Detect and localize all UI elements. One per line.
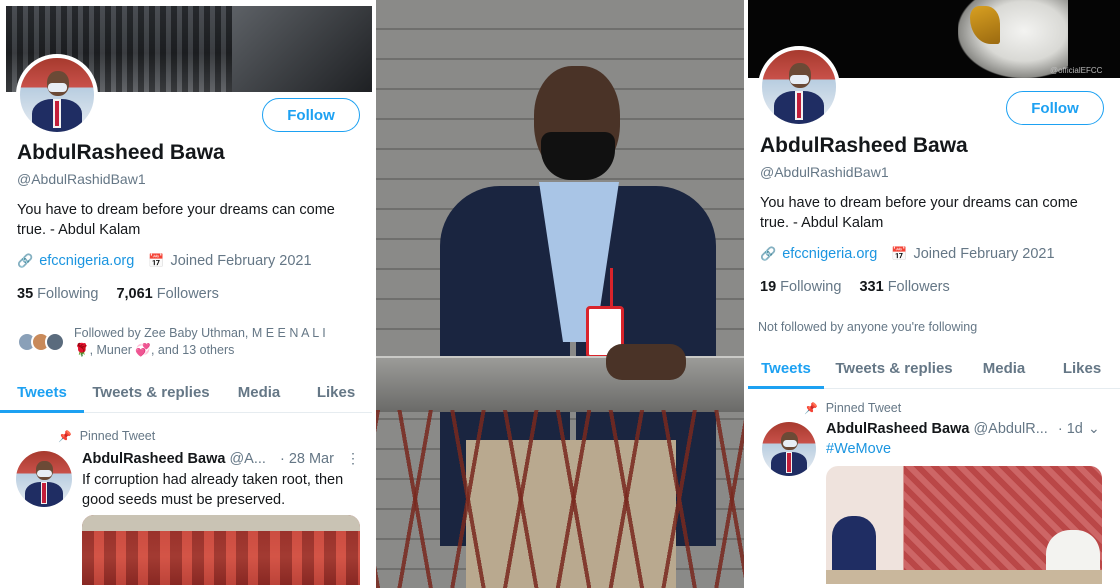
tweet-author[interactable]: AbdulRasheed Bawa xyxy=(82,451,225,467)
profile-name: AbdulRasheed Bawa xyxy=(17,141,225,164)
tweet-handle: @A... xyxy=(229,451,266,467)
profile-handle: @AbdulRashidBaw1 xyxy=(760,164,889,180)
followers-count: 331 xyxy=(859,279,884,295)
followers-label: Followers xyxy=(887,279,950,295)
profile-handle: @AbdulRashidBaw1 xyxy=(17,171,146,187)
profile-meta: 🔗 efccnigeria.org 📅 Joined February 2021 xyxy=(760,246,1055,262)
link-icon: 🔗 xyxy=(760,246,777,261)
bio-line: You have to dream before your dreams can… xyxy=(760,195,1078,211)
bio-line: true. - Abdul Kalam xyxy=(17,222,141,238)
pinned-label-text: Pinned Tweet xyxy=(79,429,156,443)
pin-icon: 📌 xyxy=(804,402,818,415)
pinned-label-text: Pinned Tweet xyxy=(825,401,902,415)
left-profile-screenshot: Follow AbdulRasheed Bawa @AbdulRashidBaw… xyxy=(0,0,372,588)
website-link[interactable]: efccnigeria.org xyxy=(782,246,877,262)
followed-by-avatars xyxy=(17,332,65,352)
following-count: 35 xyxy=(17,286,34,302)
tab-likes[interactable]: Likes xyxy=(1044,349,1120,388)
link-icon: 🔗 xyxy=(17,253,34,268)
profile-stats: 35 Following 7,061 Followers xyxy=(17,286,219,302)
tweet-header: AbdulRasheed Bawa @A... · 28 Mar xyxy=(82,451,334,467)
tweet-header: AbdulRasheed Bawa @AbdulR... · 1d xyxy=(826,421,1083,437)
bio-line: true. - Abdul Kalam xyxy=(760,215,884,231)
profile-bio: You have to dream before your dreams can… xyxy=(760,193,1116,233)
following-label: Following xyxy=(780,279,842,295)
following-label: Following xyxy=(37,286,99,302)
pin-icon: 📌 xyxy=(58,430,72,443)
pinned-tweet-label: 📌 Pinned Tweet xyxy=(804,401,901,415)
profile-stats: 19 Following 331 Followers xyxy=(760,279,950,295)
following-link[interactable]: 35 Following xyxy=(17,286,98,302)
profile-avatar[interactable] xyxy=(16,54,98,136)
tab-tweets[interactable]: Tweets xyxy=(748,349,824,389)
tweet-media-image[interactable] xyxy=(826,466,1102,584)
tweet-text-line: good seeds must be preserved. xyxy=(82,492,286,508)
profile-tabs: Tweets Tweets & replies Media Likes xyxy=(0,373,372,413)
tweet-date[interactable]: · 1d xyxy=(1058,421,1083,437)
tab-media[interactable]: Media xyxy=(218,373,300,412)
followed-by-text[interactable]: Followed by Zee Baby Uthman, M E E N A L… xyxy=(74,325,370,359)
followers-link[interactable]: 7,061 Followers xyxy=(116,286,218,302)
followed-by-line: Followed by Zee Baby Uthman, M E E N A L… xyxy=(74,326,326,340)
tweet-media-image[interactable] xyxy=(82,515,360,585)
portrait-photo xyxy=(376,0,744,588)
bio-line: You have to dream before your dreams can… xyxy=(17,202,335,218)
tweet-hashtag[interactable]: #WeMove xyxy=(826,441,891,457)
joined-date: Joined February 2021 xyxy=(913,246,1055,262)
profile-meta: 🔗 efccnigeria.org 📅 Joined February 2021 xyxy=(17,253,312,269)
tweet-text-line: If corruption had already taken root, th… xyxy=(82,472,344,488)
chevron-down-icon[interactable]: ⌄ xyxy=(1088,420,1100,437)
profile-bio: You have to dream before your dreams can… xyxy=(17,200,367,240)
followed-by-line: 🌹, Muner 💞, and 13 others xyxy=(74,343,235,357)
tweet-author[interactable]: AbdulRasheed Bawa xyxy=(826,421,969,437)
not-followed-text: Not followed by anyone you're following xyxy=(758,320,978,334)
tab-tweets-replies[interactable]: Tweets & replies xyxy=(824,349,964,388)
tab-media[interactable]: Media xyxy=(964,349,1044,388)
website-link[interactable]: efccnigeria.org xyxy=(39,253,134,269)
followers-link[interactable]: 331 Followers xyxy=(859,279,949,295)
calendar-icon: 📅 xyxy=(891,246,908,261)
following-count: 19 xyxy=(760,279,777,295)
tab-tweets-replies[interactable]: Tweets & replies xyxy=(84,373,218,412)
banner-watermark: @officialEFCC xyxy=(1050,66,1103,75)
following-link[interactable]: 19 Following xyxy=(760,279,841,295)
tweet-text: If corruption had already taken root, th… xyxy=(82,470,366,510)
follow-button[interactable]: Follow xyxy=(262,98,360,132)
follow-button[interactable]: Follow xyxy=(1006,91,1104,125)
followers-label: Followers xyxy=(156,286,219,302)
calendar-icon: 📅 xyxy=(148,253,165,268)
more-icon[interactable]: ⋮ xyxy=(346,450,360,467)
tweet-handle: @AbdulR... xyxy=(973,421,1048,437)
profile-name: AbdulRasheed Bawa xyxy=(760,134,968,157)
followers-count: 7,061 xyxy=(116,286,153,302)
tab-likes[interactable]: Likes xyxy=(300,373,372,412)
tweet-avatar[interactable] xyxy=(762,422,816,476)
profile-tabs: Tweets Tweets & replies Media Likes xyxy=(748,349,1120,389)
pinned-tweet-label: 📌 Pinned Tweet xyxy=(58,429,155,443)
tweet-avatar[interactable] xyxy=(16,451,72,507)
profile-avatar[interactable] xyxy=(758,46,840,128)
tab-tweets[interactable]: Tweets xyxy=(0,373,84,413)
tweet-date[interactable]: · 28 Mar xyxy=(280,451,334,467)
joined-date: Joined February 2021 xyxy=(170,253,312,269)
